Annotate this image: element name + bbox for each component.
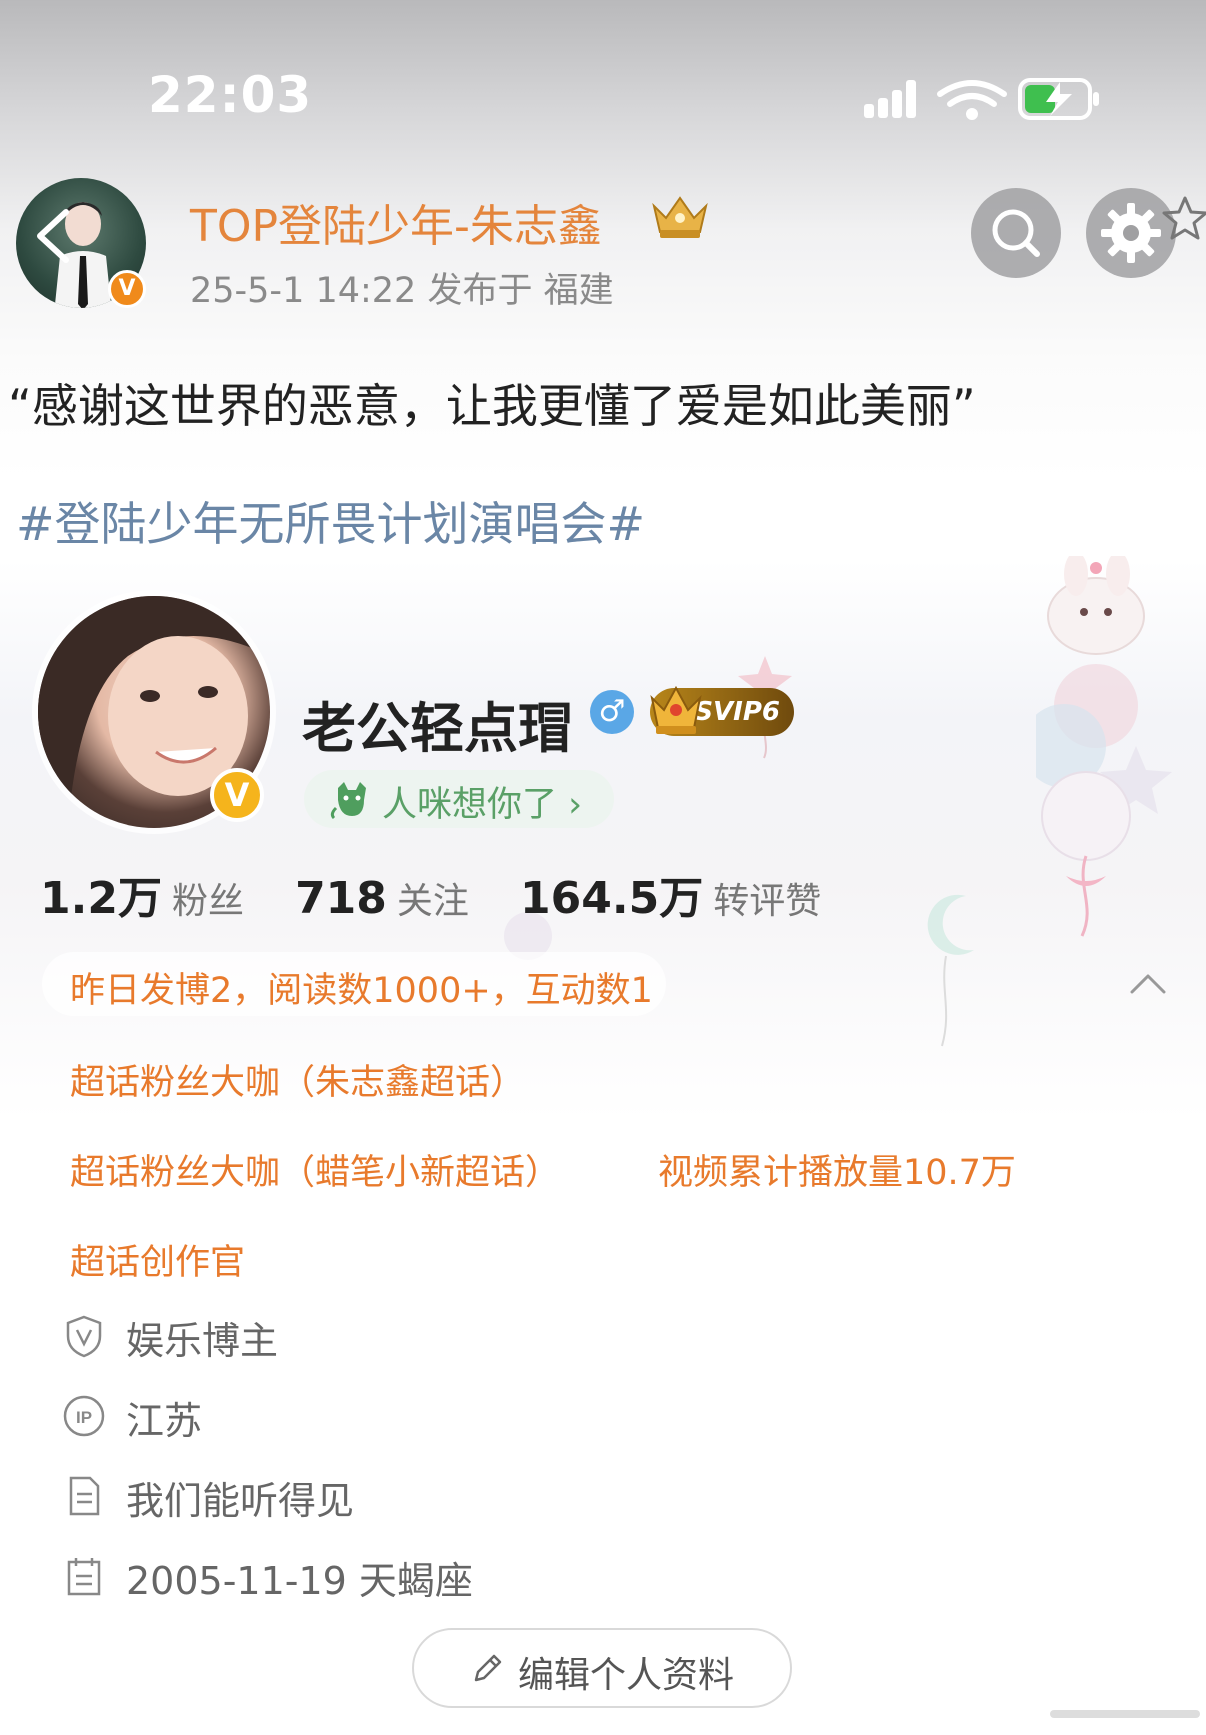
- signal-icon: [864, 80, 916, 118]
- stat-value: 718: [295, 873, 387, 924]
- stat-label: 转评赞: [713, 881, 822, 922]
- profile-verified-badge-icon: V: [210, 768, 264, 822]
- stat-value: 1.2万: [40, 873, 162, 924]
- tag-video-plays[interactable]: 视频累计播放量10.7万: [658, 1144, 1016, 1195]
- info-category-text: 娱乐博主: [126, 1319, 279, 1363]
- tag-supertopic-fan[interactable]: 超话粉丝大咖（朱志鑫超话）: [70, 1054, 525, 1105]
- info-birthday-text: 2005-11-19 天蝎座: [126, 1559, 473, 1603]
- moon-balloon-decoration-icon: [927, 894, 974, 1047]
- back-icon[interactable]: [30, 206, 78, 266]
- search-icon: [992, 209, 1040, 257]
- info-ip-text: 江苏: [126, 1399, 203, 1443]
- document-icon: [69, 1476, 100, 1516]
- edit-profile-label[interactable]: 编辑个人资料: [518, 1646, 734, 1698]
- status-text[interactable]: 人咪想你了 ›: [382, 776, 582, 827]
- stat-label: 关注: [396, 881, 469, 922]
- cat-icon: [330, 782, 366, 820]
- tag-supertopic-fan-2[interactable]: 超话粉丝大咖（蜡笔小新超话）: [70, 1144, 560, 1195]
- info-bio-text: 我们能听得见: [126, 1479, 355, 1523]
- chevron-up-icon[interactable]: [1128, 970, 1168, 998]
- post-hashtag[interactable]: #登陆少年无所畏计划演唱会#: [16, 488, 645, 554]
- stat-following[interactable]: 718 关注: [295, 872, 469, 924]
- crown-icon: [652, 196, 708, 238]
- stat-interactions[interactable]: 164.5万 转评赞: [520, 862, 821, 926]
- author-name[interactable]: TOP登陆少年-朱志鑫: [190, 190, 602, 254]
- tag-supertopic-creator[interactable]: 超话创作官: [70, 1234, 245, 1285]
- activity-summary: 昨日发博2，阅读数1000+，互动数1: [70, 971, 653, 1011]
- svip-crown-icon: [650, 685, 702, 734]
- ip-icon: IP: [63, 1395, 105, 1437]
- calendar-icon: [67, 1558, 101, 1596]
- pencil-icon: [474, 1654, 502, 1682]
- verified-badge-icon: V: [108, 270, 146, 308]
- profile-stats: 1.2万 粉丝 718 关注 164.5万 转评赞: [40, 862, 867, 926]
- wifi-icon: [937, 80, 1007, 120]
- svg-text:IP: IP: [76, 1408, 92, 1427]
- search-button[interactable]: [971, 188, 1061, 278]
- bunny-balloon-decoration-icon: [1036, 556, 1172, 937]
- battery-charging-icon: [1018, 78, 1099, 120]
- stat-label: 粉丝: [171, 881, 244, 922]
- profile-nickname: 老公轻点瑁: [302, 697, 572, 760]
- status-time: 22:03: [148, 66, 313, 124]
- star-icon[interactable]: [1160, 194, 1206, 244]
- home-indicator: [1050, 1710, 1200, 1718]
- stat-value: 164.5万: [520, 873, 704, 924]
- status-icons: [864, 78, 1099, 120]
- post-meta: 25-5-1 14:22 发布于 福建: [190, 271, 614, 311]
- post-text: “感谢这世界的恶意，让我更懂了爱是如此美丽”: [8, 379, 976, 433]
- shield-v-icon: [66, 1315, 102, 1358]
- male-gender-icon: ♂: [590, 690, 634, 734]
- stat-followers[interactable]: 1.2万 粉丝: [40, 862, 244, 926]
